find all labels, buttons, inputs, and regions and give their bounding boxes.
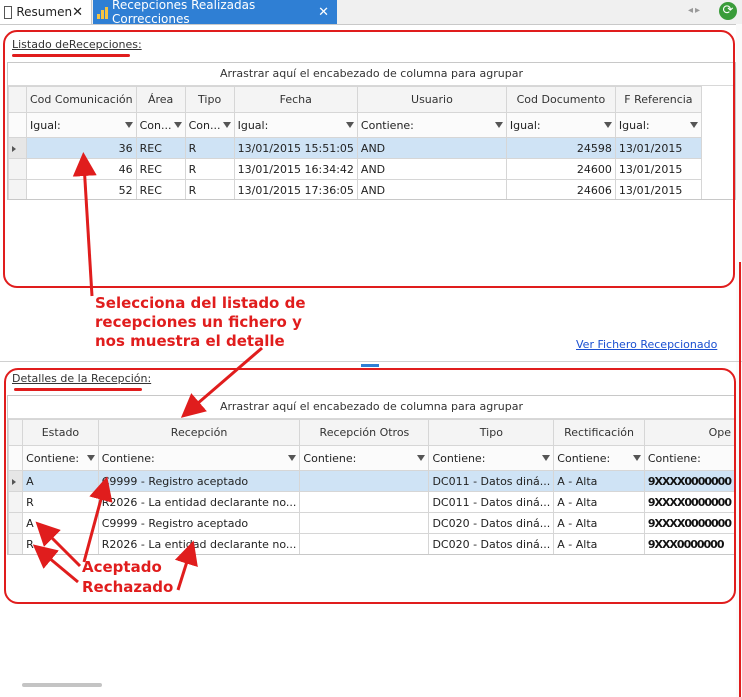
arrow-to-rejected-row [174, 540, 198, 591]
horizontal-scrollbar[interactable] [8, 680, 728, 690]
scrollbar-thumb[interactable] [22, 683, 102, 687]
annotation-edge-line [739, 262, 741, 697]
arrow-to-accepted-row [82, 476, 113, 563]
arrow-to-estado-a [35, 521, 82, 568]
arrow-to-top-grid [72, 152, 97, 297]
annotation-arrows [32, 152, 263, 591]
arrow-to-detail-grid [180, 346, 263, 418]
